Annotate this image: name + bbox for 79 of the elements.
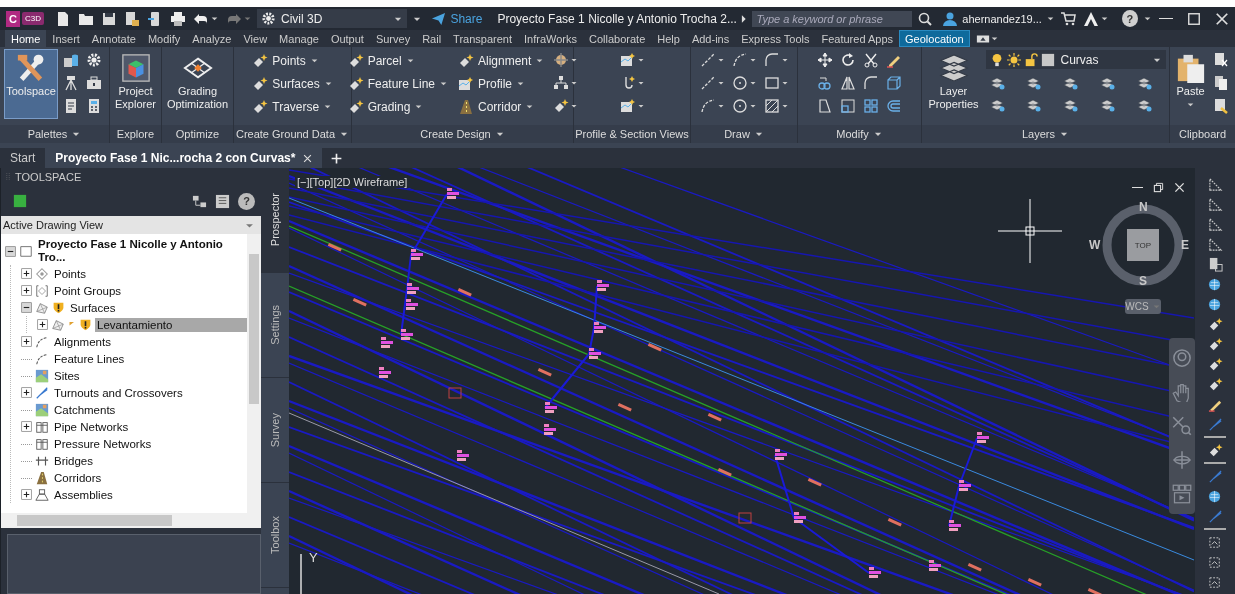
app-badge: C3D (22, 12, 44, 25)
panel-title[interactable]: Clipboard (1170, 125, 1235, 143)
tree-item[interactable]: Points (52, 266, 88, 281)
ribbon-tab[interactable]: Insert (46, 30, 86, 47)
tree-item[interactable]: Pressure Networks (52, 436, 154, 451)
axis-label: Y (309, 550, 318, 565)
large-tool-button[interactable]: Layer Properties (925, 50, 982, 118)
tool-button[interactable]: Parcel (344, 50, 451, 71)
large-tool-button[interactable]: Grading Optimization (162, 50, 233, 118)
viewcube-face[interactable]: TOP (1127, 229, 1159, 261)
tree-item[interactable]: Proyecto Fase 1 Nicolle y Antonio Tro... (36, 237, 247, 265)
tool-button[interactable]: Alignment (455, 50, 548, 71)
ribbon-tab[interactable]: Rail (416, 30, 448, 47)
compass-letter[interactable]: E (1181, 238, 1189, 252)
panel-title: TOOLSPACE (15, 171, 82, 183)
tree-item[interactable]: Levantamiento (95, 317, 247, 332)
ribbon-tab[interactable]: View (237, 30, 274, 47)
panel-title[interactable]: Create Design (352, 125, 573, 143)
ribbon-tab[interactable]: Survey (369, 30, 417, 47)
large-tool-button[interactable]: Paste (1174, 50, 1207, 118)
tree-item[interactable]: Alignments (52, 334, 113, 349)
tool-button[interactable]: Grading (344, 96, 451, 117)
ribbon-tab[interactable]: Home (5, 30, 47, 47)
tree-item[interactable]: Pipe Networks (52, 419, 131, 434)
tool-button[interactable]: Points (249, 50, 336, 71)
workspace-dropdown[interactable]: Civil 3D (257, 9, 408, 28)
compass-letter[interactable]: S (1139, 274, 1147, 288)
tool-button[interactable]: Surfaces (249, 73, 336, 94)
tree-item[interactable]: Bridges (52, 453, 95, 468)
help-button[interactable]: ? (1121, 10, 1138, 27)
ribbon-tab[interactable]: Featured Apps (815, 30, 900, 47)
panel-title[interactable]: Draw (691, 125, 797, 143)
compass-letter[interactable]: N (1139, 200, 1148, 214)
tree-item[interactable]: Feature Lines (52, 351, 127, 366)
document-tab[interactable]: Start (0, 148, 46, 168)
tree-item[interactable]: Point Groups (52, 283, 124, 298)
tool-button[interactable]: Feature Line (344, 73, 451, 94)
document-title: Proyecto Fase 1 Nicolle y Antonio Trocha 2... (497, 11, 737, 26)
tree-item[interactable]: Assemblies (52, 487, 115, 502)
ribbon-tab[interactable]: Express Tools (735, 30, 816, 47)
search-field[interactable]: Type a keyword or phrase (752, 10, 913, 27)
tree-item[interactable]: Surfaces (68, 300, 118, 315)
ribbon-tab[interactable]: Modify (141, 30, 187, 47)
ribbon-tab[interactable]: Collaborate (583, 30, 652, 47)
user-menu[interactable]: ahernandez19... (942, 10, 1055, 27)
panel-title[interactable]: Optimize (162, 125, 233, 143)
ribbon-tab[interactable]: Annotate (85, 30, 142, 47)
share-button[interactable]: Share (431, 11, 483, 26)
app-logo[interactable]: C (6, 10, 20, 27)
ribbon-tab[interactable]: Manage (273, 30, 325, 47)
side-tab[interactable]: Prospector (261, 168, 289, 273)
panel-title[interactable]: Modify (798, 125, 921, 143)
ribbon-tab[interactable]: Help (651, 30, 686, 47)
compass-letter[interactable]: W (1089, 238, 1101, 252)
help-button[interactable]: ? (238, 192, 255, 210)
ribbon-tab[interactable]: Analyze (186, 30, 238, 47)
tool-button[interactable]: Corridor (455, 96, 548, 117)
view-dropdown[interactable]: Active Drawing View (1, 216, 261, 234)
panel-title[interactable]: Explore (110, 125, 161, 143)
ribbon-tab[interactable]: InfraWorks (518, 30, 583, 47)
tool-button[interactable]: Profile (455, 73, 548, 94)
tree-item[interactable]: Turnouts and Crossovers (52, 385, 185, 400)
panel-title[interactable]: Palettes (0, 125, 109, 143)
ribbon-tab[interactable]: Transparent (447, 30, 518, 47)
large-tool-button[interactable]: Toolspace (5, 50, 57, 118)
document-tab[interactable]: Proyecto Fase 1 Nic...rocha 2 con Curvas* (45, 148, 323, 168)
ribbon-tab[interactable]: Output (324, 30, 370, 47)
ribbon-tab[interactable]: Add-ins (685, 30, 736, 47)
tree-item[interactable]: Sites (52, 368, 82, 383)
layer-dropdown[interactable]: Curvas (985, 50, 1166, 69)
ribbon-tab[interactable]: Geolocation (899, 30, 970, 47)
panel-title[interactable]: Profile & Section Views (574, 125, 690, 143)
tree-item[interactable]: Catchments (52, 402, 118, 417)
tool-button[interactable]: Traverse (249, 96, 336, 117)
panel-title[interactable]: Create Ground Data (234, 125, 351, 143)
panel-title[interactable]: Layers (922, 125, 1169, 143)
tree-item[interactable]: Corridors (52, 470, 104, 485)
large-tool-button[interactable]: Project Explorer (111, 50, 160, 118)
viewport-controls[interactable]: [−][Top][2D Wireframe] (295, 176, 410, 188)
